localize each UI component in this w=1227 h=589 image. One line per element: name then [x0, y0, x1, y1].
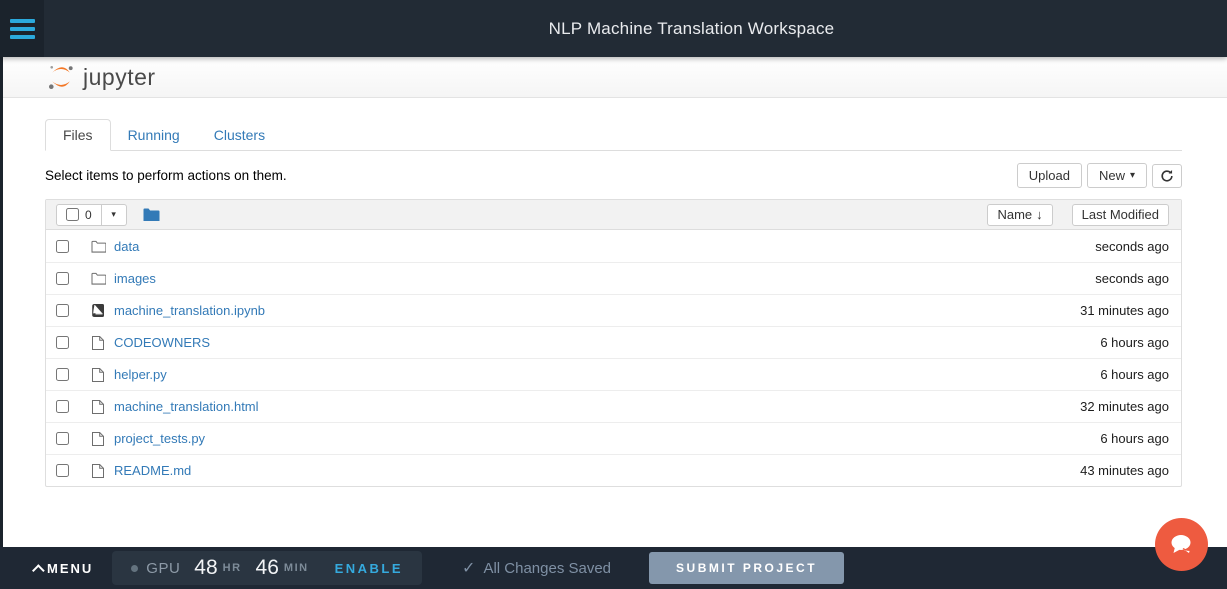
- gpu-label: GPU: [146, 560, 180, 577]
- gpu-hours-unit: HR: [223, 562, 242, 574]
- row-checkbox[interactable]: [56, 432, 69, 445]
- file-list: data seconds ago images seconds ago mach…: [46, 230, 1181, 486]
- tab-files[interactable]: Files: [45, 119, 111, 151]
- file-table: 0 ▾ Name↓ Last Modified data seconds ago: [45, 199, 1182, 487]
- table-row: images seconds ago: [46, 262, 1181, 294]
- last-modified-time: 32 minutes ago: [1080, 399, 1169, 414]
- chevron-down-icon: ▾: [111, 209, 116, 220]
- file-link[interactable]: project_tests.py: [114, 431, 205, 446]
- sort-descending-icon: ↓: [1036, 207, 1043, 222]
- table-row: data seconds ago: [46, 230, 1181, 262]
- chevron-up-icon: [32, 564, 45, 577]
- file-icon: [90, 368, 106, 382]
- row-checkbox[interactable]: [56, 368, 69, 381]
- select-all-button[interactable]: 0: [56, 204, 102, 226]
- chevron-down-icon: ▾: [1130, 170, 1135, 181]
- sort-by-modified-button[interactable]: Last Modified: [1072, 204, 1169, 226]
- file-link[interactable]: machine_translation.ipynb: [114, 303, 265, 318]
- new-dropdown-button[interactable]: New▾: [1087, 163, 1147, 188]
- table-row: helper.py 6 hours ago: [46, 358, 1181, 390]
- file-link[interactable]: helper.py: [114, 367, 167, 382]
- table-row: CODEOWNERS 6 hours ago: [46, 326, 1181, 358]
- last-modified-time: 6 hours ago: [1100, 335, 1169, 350]
- file-link[interactable]: images: [114, 271, 156, 286]
- chat-bubble-icon: [1168, 532, 1196, 558]
- select-filter-dropdown[interactable]: ▾: [102, 204, 127, 226]
- row-checkbox[interactable]: [56, 336, 69, 349]
- save-status-label: All Changes Saved: [483, 560, 611, 577]
- file-icon: [90, 464, 106, 478]
- tab-bar: Files Running Clusters: [45, 119, 1182, 151]
- select-all-checkbox[interactable]: [66, 208, 79, 221]
- gpu-minutes-value: 46: [256, 556, 279, 580]
- row-checkbox[interactable]: [56, 240, 69, 253]
- hamburger-menu-button[interactable]: [0, 0, 44, 57]
- gpu-minutes-unit: MIN: [284, 562, 309, 574]
- chat-fab-button[interactable]: [1155, 518, 1208, 571]
- select-all-group: 0 ▾: [56, 204, 127, 226]
- jupyter-wordmark[interactable]: jupyter: [83, 64, 156, 91]
- gpu-time-panel: GPU 48 HR 46 MIN ENABLE: [112, 551, 422, 585]
- jupyter-header: jupyter: [0, 57, 1227, 98]
- main-content: Files Running Clusters Select items to p…: [0, 119, 1227, 487]
- save-status: ✓ All Changes Saved: [462, 558, 611, 578]
- refresh-icon: [1160, 169, 1174, 183]
- table-row: machine_translation.ipynb 31 minutes ago: [46, 294, 1181, 326]
- file-icon: [90, 432, 106, 446]
- jupyter-logo-icon[interactable]: [46, 62, 76, 92]
- last-modified-time: 31 minutes ago: [1080, 303, 1169, 318]
- check-icon: ✓: [462, 558, 475, 578]
- table-row: machine_translation.html 32 minutes ago: [46, 390, 1181, 422]
- tab-running[interactable]: Running: [111, 120, 197, 150]
- workspace-title: NLP Machine Translation Workspace: [44, 19, 1227, 39]
- tab-clusters[interactable]: Clusters: [197, 120, 282, 150]
- gpu-status-dot: [131, 565, 138, 572]
- folder-icon: [90, 272, 106, 285]
- submit-project-button[interactable]: SUBMIT PROJECT: [649, 552, 844, 584]
- file-icon: [90, 336, 106, 350]
- gpu-enable-button[interactable]: ENABLE: [335, 561, 403, 576]
- upload-button[interactable]: Upload: [1017, 163, 1082, 188]
- row-checkbox[interactable]: [56, 272, 69, 285]
- last-modified-time: 6 hours ago: [1100, 367, 1169, 382]
- last-modified-time: 43 minutes ago: [1080, 463, 1169, 478]
- collapsed-sidebar-edge: [0, 0, 3, 589]
- file-link[interactable]: README.md: [114, 463, 191, 478]
- workspace-topbar: NLP Machine Translation Workspace: [0, 0, 1227, 57]
- toolbar: Select items to perform actions on them.…: [45, 163, 1182, 188]
- file-icon: [90, 400, 106, 414]
- last-modified-time: seconds ago: [1095, 239, 1169, 254]
- workspace-bottombar: MENU GPU 48 HR 46 MIN ENABLE ✓ All Chang…: [0, 547, 1227, 589]
- selected-count: 0: [85, 208, 92, 222]
- refresh-button[interactable]: [1152, 164, 1182, 188]
- gpu-hours-value: 48: [194, 556, 217, 580]
- row-checkbox[interactable]: [56, 464, 69, 477]
- sort-by-name-button[interactable]: Name↓: [987, 204, 1052, 226]
- table-row: README.md 43 minutes ago: [46, 454, 1181, 486]
- file-link[interactable]: machine_translation.html: [114, 399, 259, 414]
- hamburger-icon: [10, 19, 35, 23]
- file-link[interactable]: data: [114, 239, 139, 254]
- current-folder-icon[interactable]: [143, 208, 160, 222]
- row-checkbox[interactable]: [56, 400, 69, 413]
- last-modified-time: seconds ago: [1095, 271, 1169, 286]
- menu-toggle-button[interactable]: MENU: [36, 561, 93, 576]
- file-link[interactable]: CODEOWNERS: [114, 335, 210, 350]
- row-checkbox[interactable]: [56, 304, 69, 317]
- file-table-header: 0 ▾ Name↓ Last Modified: [46, 200, 1181, 230]
- notebook-icon: [90, 304, 106, 317]
- last-modified-time: 6 hours ago: [1100, 431, 1169, 446]
- table-row: project_tests.py 6 hours ago: [46, 422, 1181, 454]
- folder-icon: [90, 240, 106, 253]
- select-items-message: Select items to perform actions on them.: [45, 168, 287, 183]
